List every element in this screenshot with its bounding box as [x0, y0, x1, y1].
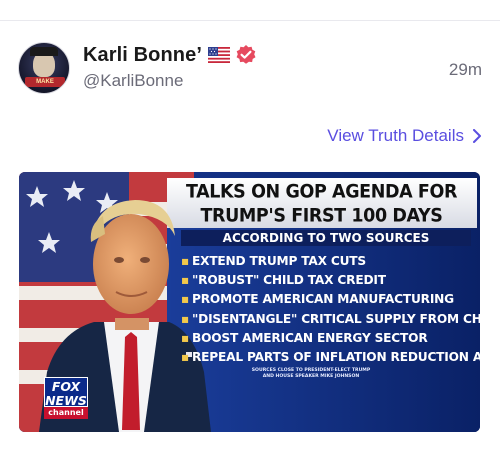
logo-line-2: NEWS: [45, 393, 87, 408]
bullet-icon: ▪: [181, 330, 190, 345]
fox-news-logo-channel: channel: [44, 407, 88, 419]
graphic-agenda-list: ▪ EXTEND TRUMP TAX CUTS ▪ "ROBUST" CHILD T…: [181, 252, 480, 367]
logo-line-1: FOX: [51, 379, 81, 394]
graphic-title: TALKS ON GOP AGENDA FOR TRUMP'S FIRST 10…: [169, 180, 474, 228]
top-divider: [0, 20, 500, 21]
post-media-image[interactable]: TALKS ON GOP AGENDA FOR TRUMP'S FIRST 10…: [19, 172, 480, 432]
post-timestamp: 29m: [448, 60, 482, 79]
agenda-item: ▪ "ROBUST" CHILD TAX CREDIT: [181, 271, 476, 290]
agenda-item: ▪ EXTEND TRUMP TAX CUTS: [181, 252, 476, 271]
bullet-icon: ▪: [181, 273, 190, 288]
agenda-item: ▪ PROMOTE AMERICAN MANUFACTURING: [181, 290, 476, 309]
avatar-hat: [30, 47, 58, 56]
agenda-item: ▪ "DISENTANGLE" CRITICAL SUPPLY FROM CHIN…: [181, 310, 480, 329]
bullet-icon: ▪: [181, 311, 190, 326]
user-handle[interactable]: @KarliBonne: [83, 71, 183, 91]
source-line-2: AND HOUSE SPEAKER MIKE JOHNSON: [262, 374, 360, 379]
display-name[interactable]: Karli Bonne’: [83, 44, 202, 67]
agenda-item: ▪ REPEAL PARTS OF INFLATION REDUCTION ACT: [181, 348, 480, 367]
fox-news-logo: FOX NEWS channel: [44, 377, 88, 421]
bullet-icon: ▪: [181, 350, 190, 365]
fox-news-logo-wordmark: FOX NEWS: [44, 377, 88, 408]
agenda-item: ▪ BOOST AMERICAN ENERGY SECTOR: [181, 329, 476, 348]
graphic-title-line-1: TALKS ON GOP AGENDA FOR: [185, 181, 458, 203]
avatar-banner: MAKE: [25, 77, 65, 87]
avatar[interactable]: MAKE: [18, 42, 70, 94]
view-truth-details-label: View Truth Details: [327, 126, 464, 145]
bullet-icon: ▪: [181, 254, 190, 268]
view-truth-details-link[interactable]: View Truth Details: [327, 124, 482, 148]
graphic-source-note: SOURCES CLOSE TO PRESIDENT-ELECT TRUMP A…: [251, 368, 371, 380]
graphic-subtitle: ACCORDING TO TWO SOURCES: [181, 230, 471, 246]
graphic-title-line-2: TRUMP'S FIRST 100 DAYS: [200, 205, 443, 227]
chevron-right-icon: [473, 129, 481, 143]
display-name-row: Karli Bonne’: [83, 43, 257, 67]
post-header: MAKE Karli Bonne’ @KarliBonne 29m: [18, 40, 482, 100]
us-flag-icon: [208, 47, 230, 63]
verified-badge-icon: [235, 44, 257, 66]
bullet-icon: ▪: [181, 292, 190, 307]
